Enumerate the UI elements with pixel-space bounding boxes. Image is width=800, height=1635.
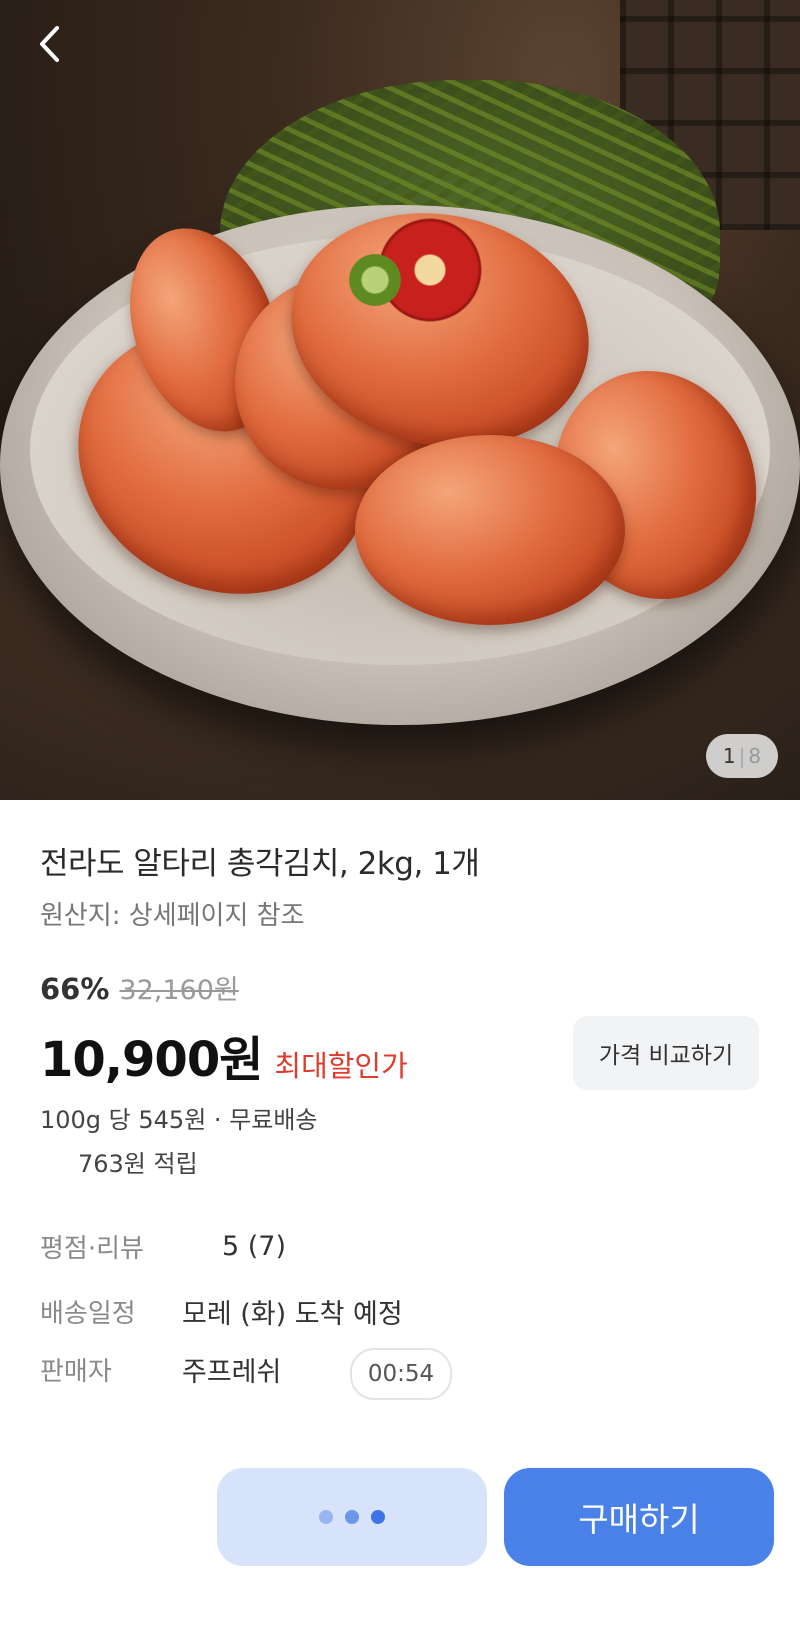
seller-label: 판매자 <box>40 1357 112 1387</box>
reward-points: 763원 적립 <box>78 1150 198 1178</box>
product-origin: 원산지: 상세페이지 참조 <box>40 901 305 931</box>
image-counter: 1 | 8 <box>706 734 778 778</box>
dot-icon <box>319 1510 333 1524</box>
sale-price: 10,900원 <box>40 1032 263 1088</box>
unit-price-shipping: 100g 당 545원 · 무료배송 <box>40 1106 318 1134</box>
chevron-left-icon <box>40 26 59 62</box>
price-row: 10,900원 최대할인가 <box>40 1020 408 1090</box>
delivery-row: 배송일정 모레 (화) 도착 예정 <box>40 1292 403 1331</box>
delivery-label: 배송일정 <box>40 1299 136 1329</box>
image-counter-current: 1 <box>722 744 736 768</box>
discount-row: 66% 32,160원 <box>40 968 239 1007</box>
product-title: 전라도 알타리 총각김치, 2kg, 1개 <box>40 846 480 882</box>
sale-tag: 최대할인가 <box>274 1049 408 1083</box>
image-counter-total: 8 <box>748 744 762 768</box>
delivery-value: 모레 (화) 도착 예정 <box>182 1299 403 1330</box>
image-counter-separator: | <box>738 744 746 768</box>
product-image-carousel[interactable]: 1 | 8 <box>0 0 800 800</box>
seller-name[interactable]: 주프레쉬 <box>182 1350 281 1389</box>
timer-badge: 00:54 <box>350 1348 452 1400</box>
back-button[interactable] <box>28 22 72 66</box>
compare-price-button[interactable]: 가격 비교하기 <box>573 1016 759 1090</box>
original-price: 32,160원 <box>119 975 239 1006</box>
rating-value: 5 (7) <box>222 1231 287 1262</box>
radish-piece <box>355 435 625 625</box>
dot-icon <box>345 1510 359 1524</box>
buy-button[interactable]: 구매하기 <box>504 1468 774 1566</box>
rating-label: 평점·리뷰 <box>40 1234 144 1264</box>
seller-row[interactable]: 판매자 주프레쉬 <box>40 1350 281 1389</box>
green-chili-slice <box>345 250 405 310</box>
discount-rate: 66% <box>40 972 110 1006</box>
dot-icon <box>371 1510 385 1524</box>
more-options-button[interactable] <box>217 1468 487 1566</box>
rating-row[interactable]: 평점·리뷰 5 (7) <box>40 1228 286 1265</box>
